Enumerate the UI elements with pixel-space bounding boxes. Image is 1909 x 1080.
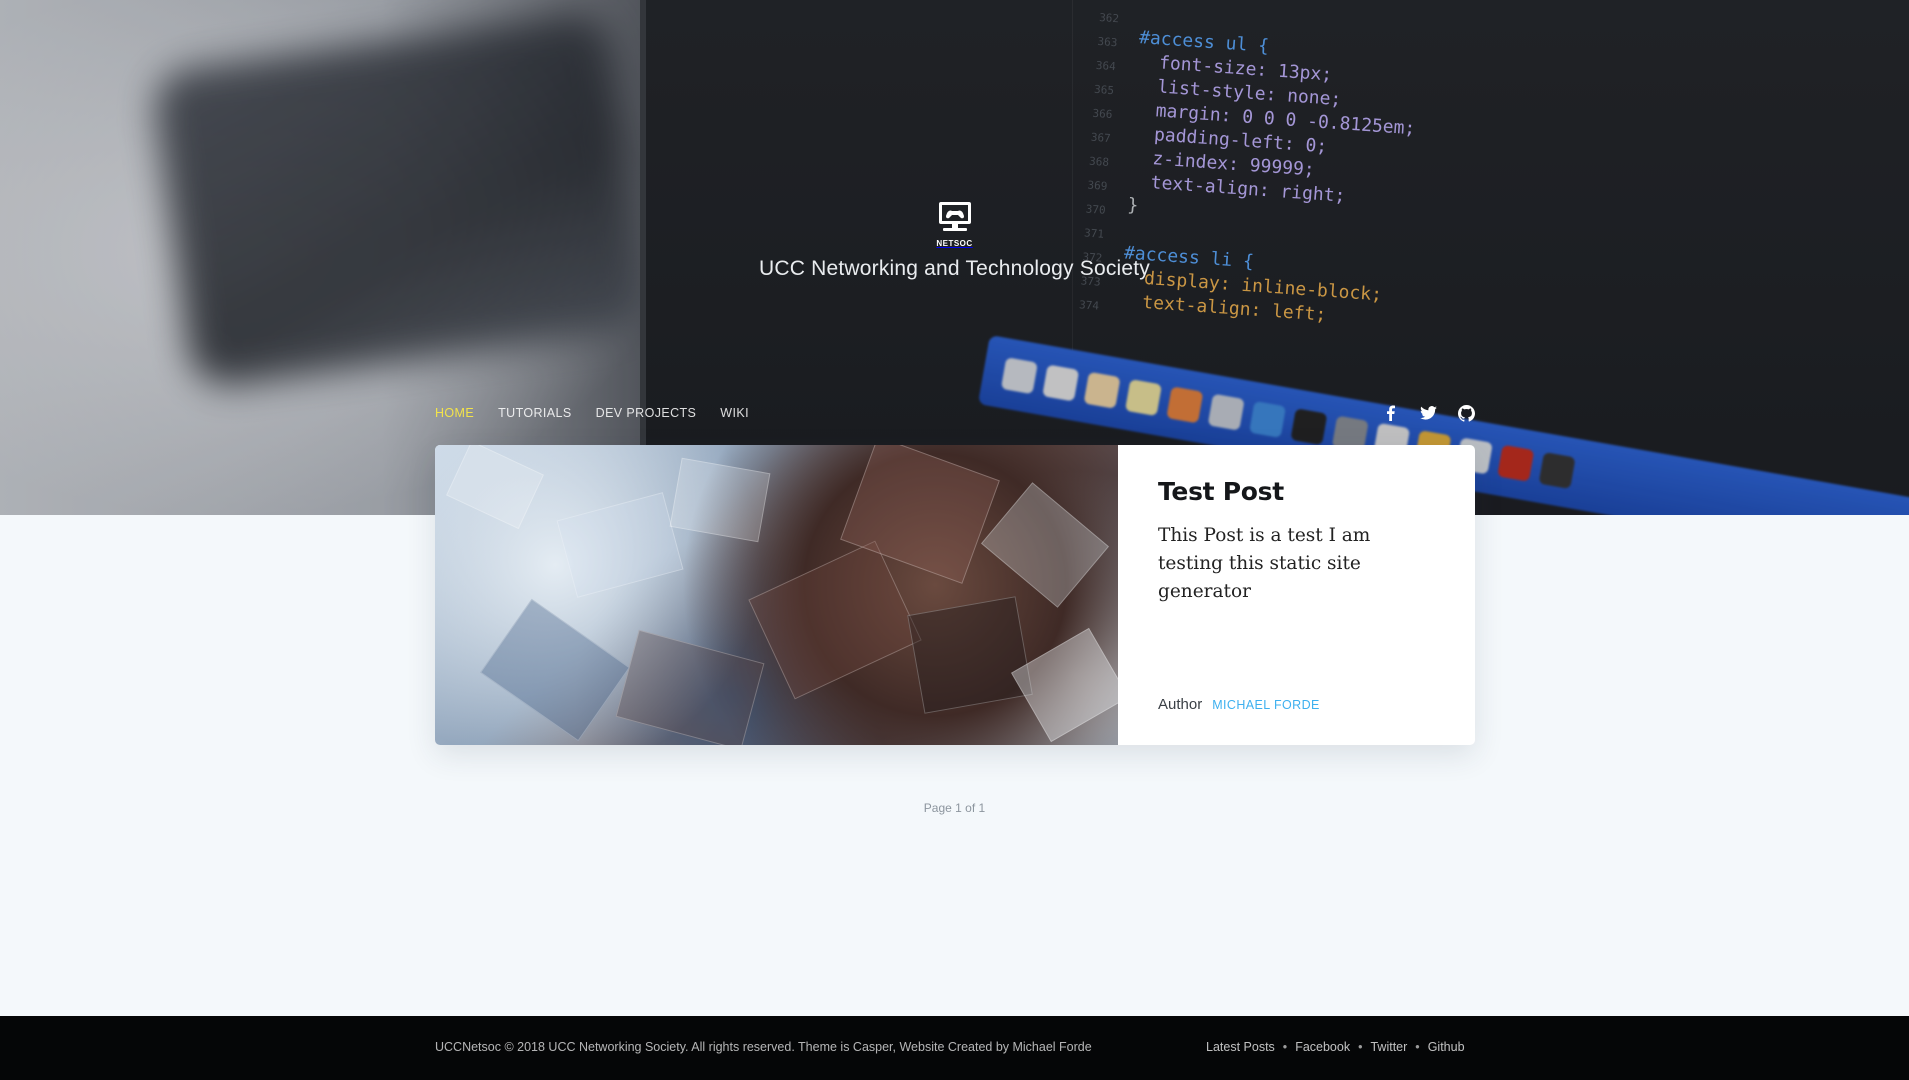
footer-link-latest-posts[interactable]: Latest Posts	[1206, 1040, 1275, 1054]
post-card-image[interactable]	[435, 445, 1118, 745]
facebook-icon[interactable]	[1381, 404, 1399, 422]
nav-item-wiki[interactable]: WIKI	[720, 406, 749, 420]
pagination: Page 1 of 1	[0, 801, 1909, 815]
github-icon[interactable]	[1457, 404, 1475, 422]
site-header: 362 363 364 365 366 367 368 369 370 371 …	[0, 0, 1909, 515]
post-excerpt[interactable]: This Post is a test I am testing this st…	[1158, 522, 1388, 606]
post-card-content: Test Post This Post is a test I am testi…	[1118, 445, 1475, 745]
footer-links: Latest Posts • Facebook • Twitter • Gith…	[1206, 1040, 1465, 1054]
twitter-icon[interactable]	[1419, 404, 1437, 422]
nav-links: HOME TUTORIALS DEV PROJECTS WIKI	[435, 406, 749, 420]
footer-copyright: UCCNetsoc © 2018 UCC Networking Society.…	[435, 1040, 1092, 1054]
nav-item-home[interactable]: HOME	[435, 406, 474, 420]
footer-link-twitter[interactable]: Twitter	[1370, 1040, 1407, 1054]
site-description: UCC Networking and Technology Society	[758, 257, 1151, 280]
netsoc-logo[interactable]: NETSOC	[935, 200, 975, 248]
author-label: Author	[1158, 696, 1203, 713]
post-title[interactable]: Test Post	[1158, 477, 1435, 506]
footer-link-facebook[interactable]: Facebook	[1295, 1040, 1350, 1054]
logo-label: NETSOC	[936, 239, 973, 248]
social-links	[1381, 404, 1475, 422]
monitor-gamepad-icon	[938, 202, 971, 231]
post-author: Author MICHAEL FORDE	[1158, 696, 1320, 713]
nav-item-dev-projects[interactable]: DEV PROJECTS	[596, 406, 697, 420]
nav-item-tutorials[interactable]: TUTORIALS	[498, 406, 572, 420]
site-nav: HOME TUTORIALS DEV PROJECTS WIKI	[435, 401, 1475, 425]
post-card[interactable]: Test Post This Post is a test I am testi…	[435, 445, 1475, 745]
author-name-link[interactable]: MICHAEL FORDE	[1212, 698, 1320, 712]
site-footer: UCCNetsoc © 2018 UCC Networking Society.…	[0, 1016, 1909, 1080]
page-number: Page 1 of 1	[923, 801, 986, 815]
footer-link-github[interactable]: Github	[1428, 1040, 1465, 1054]
site-brand: NETSOC UCC Networking and Technology Soc…	[0, 200, 1909, 281]
